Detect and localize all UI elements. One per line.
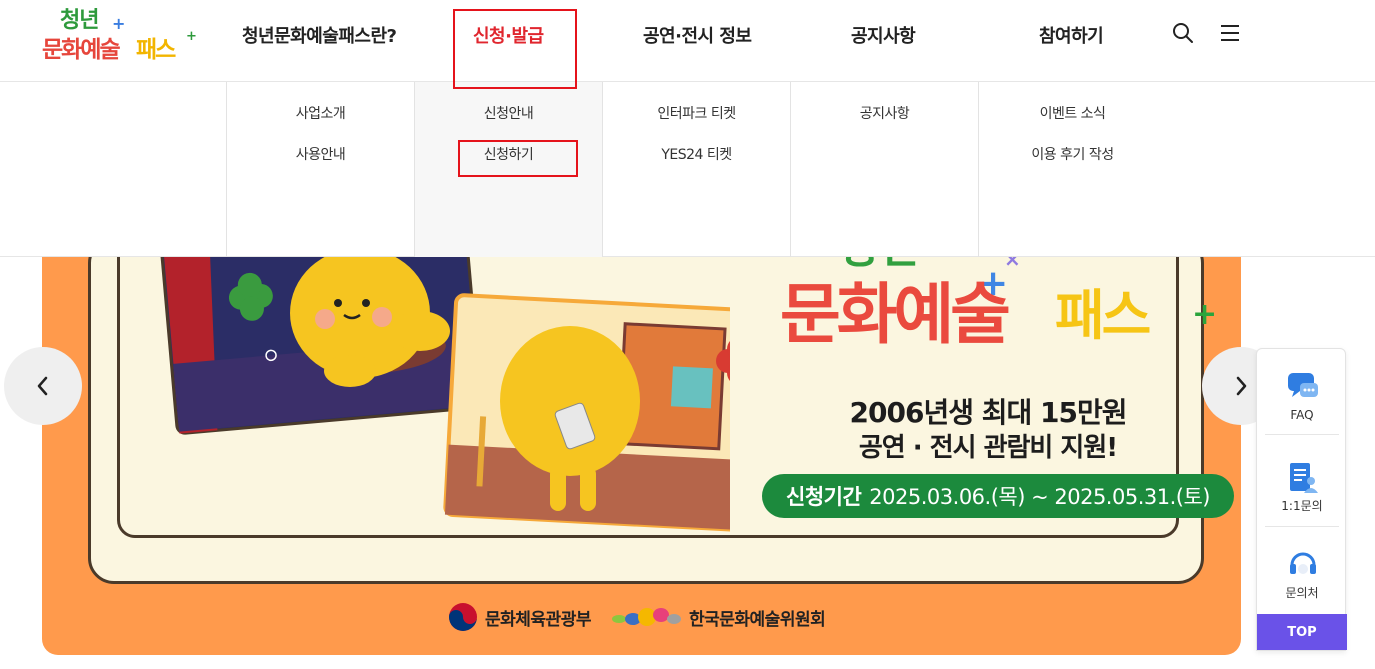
- carousel-prev-button[interactable]: [4, 347, 82, 425]
- banner-period-label: 신청기간: [786, 485, 862, 509]
- character-illustration: [157, 257, 730, 533]
- banner-period-pill: 신청기간 2025.03.06.(목) ~ 2025.05.31.(토): [762, 474, 1234, 518]
- banner-title-main: 문화예술: [780, 276, 1011, 353]
- logo-plus-small-icon: +: [186, 29, 197, 44]
- dropdown-link-events[interactable]: 이벤트 소식: [979, 103, 1166, 123]
- banner-headline-1: 2006년생 최대 15만원: [849, 396, 1128, 429]
- nav-apply[interactable]: 신청·발급: [473, 22, 544, 48]
- highlight-box-nav: [453, 9, 577, 89]
- banner-plus-green-icon: +: [1192, 297, 1218, 332]
- logo-line3: 패스: [136, 37, 176, 63]
- quick-faq-label: FAQ: [1290, 408, 1314, 422]
- site-logo[interactable]: 청년 + 문화예술 패스 +: [40, 2, 200, 68]
- main-banner[interactable]: 청년 + × 문화예술 패스 + 2006년생 최대 15만원 공연 · 전시 …: [42, 257, 1241, 655]
- nav-about[interactable]: 청년문화예술패스란?: [242, 22, 397, 48]
- nav-participate[interactable]: 참여하기: [1039, 22, 1104, 48]
- chevron-left-icon: [37, 376, 48, 396]
- mega-dropdown: 사업소개 사용안내 신청안내 신청하기 인터파크 티켓 YES24 티켓 공지사…: [0, 82, 1375, 257]
- dropdown-column-about: 사업소개 사용안내: [226, 82, 414, 257]
- quick-one-to-one-label: 1:1문의: [1281, 499, 1323, 513]
- dropdown-link-apply-guide[interactable]: 신청안내: [415, 103, 602, 123]
- arko-logo-icon: [611, 608, 681, 626]
- banner-inner-frame: 청년 + × 문화예술 패스 + 2006년생 최대 15만원 공연 · 전시 …: [117, 257, 1234, 538]
- search-icon[interactable]: [1172, 22, 1196, 46]
- banner-sponsors: 문화체육관광부 한국문화예술위원회: [447, 601, 826, 633]
- chevron-right-icon: [1236, 376, 1247, 396]
- quick-faq[interactable]: FAQ: [1265, 349, 1339, 435]
- banner-frame: 청년 + × 문화예술 패스 + 2006년생 최대 15만원 공연 · 전시 …: [88, 257, 1234, 584]
- dropdown-link-apply-now[interactable]: 신청하기: [415, 144, 602, 164]
- quick-contact-label: 문의처: [1285, 586, 1319, 600]
- banner-headline-2: 공연 · 전시 관람비 지원!: [858, 433, 1118, 463]
- dropdown-column-performance: 인터파크 티켓 YES24 티켓: [602, 82, 790, 257]
- banner-title-pass: 패스: [1055, 284, 1151, 347]
- dropdown-column-apply: 신청안내 신청하기: [414, 82, 602, 257]
- page: 청년 + 문화예술 패스 + 청년문화예술패스란? 신청·발급 공연·전시 정보…: [0, 0, 1375, 669]
- logo-line2: 문화예술: [42, 37, 121, 63]
- dropdown-link-business-intro[interactable]: 사업소개: [227, 103, 414, 123]
- mcst-logo-icon: [449, 603, 477, 631]
- nav-performance-info[interactable]: 공연·전시 정보: [643, 22, 752, 48]
- scroll-top-button[interactable]: TOP: [1257, 614, 1347, 650]
- quick-contact[interactable]: 문의처: [1265, 527, 1339, 613]
- document-person-icon: [1290, 463, 1318, 493]
- dropdown-link-write-review[interactable]: 이용 후기 작성: [979, 144, 1166, 164]
- site-header: 청년 + 문화예술 패스 + 청년문화예술패스란? 신청·발급 공연·전시 정보…: [0, 0, 1375, 89]
- banner-period-value: 2025.03.06.(목) ~ 2025.05.31.(토): [869, 485, 1210, 509]
- dropdown-link-usage-guide[interactable]: 사용안내: [227, 144, 414, 164]
- chat-bubble-icon: [1288, 373, 1318, 397]
- quick-menu: FAQ 1:1문의 문의처 TOP: [1256, 348, 1347, 651]
- sponsor2-name: 한국문화예술위원회: [688, 609, 826, 630]
- nav-notice[interactable]: 공지사항: [851, 22, 916, 48]
- dropdown-link-yes24[interactable]: YES24 티켓: [603, 144, 790, 164]
- sponsor1-name: 문화체육관광부: [485, 609, 591, 630]
- dropdown-column-participate: 이벤트 소식 이용 후기 작성: [978, 82, 1166, 257]
- sponsor-arko: 한국문화예술위원회: [611, 605, 826, 630]
- menu-icon[interactable]: [1219, 22, 1243, 46]
- dropdown-link-interpark[interactable]: 인터파크 티켓: [603, 103, 790, 123]
- headset-icon: [1290, 552, 1316, 574]
- quick-one-to-one[interactable]: 1:1문의: [1265, 441, 1339, 527]
- sponsor-mcst: 문화체육관광부: [447, 601, 591, 633]
- dropdown-link-notice[interactable]: 공지사항: [791, 103, 978, 123]
- dropdown-column-notice: 공지사항: [790, 82, 978, 257]
